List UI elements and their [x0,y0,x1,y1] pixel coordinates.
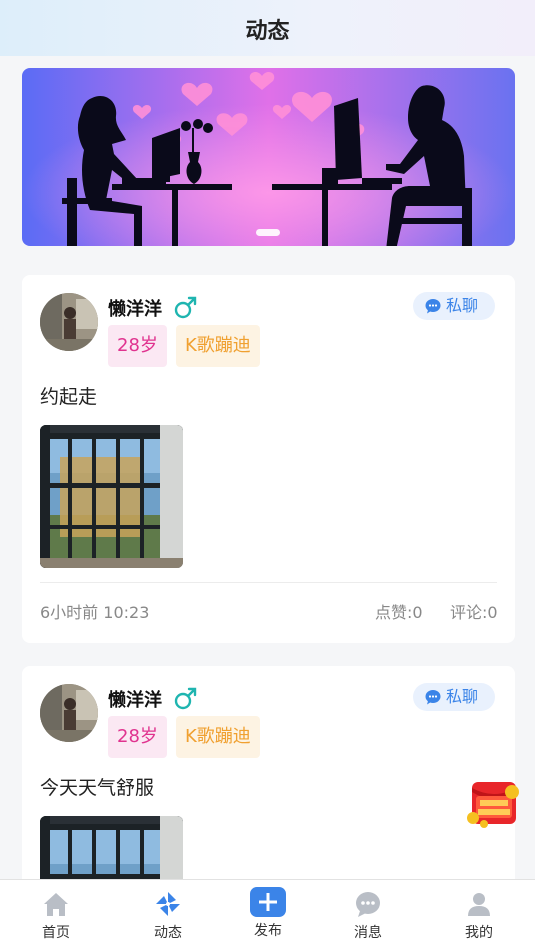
message-icon [356,892,380,917]
tab-label: 我的 [465,925,493,941]
private-chat-button[interactable]: 私聊 [413,683,495,711]
post-content: 约起走 [40,386,98,408]
page-header: 动态 [0,0,535,56]
red-packet-float-button[interactable] [464,778,524,830]
tab-label: 动态 [154,925,182,941]
avatar[interactable] [40,684,98,742]
banner-carousel[interactable] [22,68,515,246]
tab-label: 发布 [254,923,282,939]
divider [40,582,497,583]
plus-icon [250,887,286,917]
private-chat-label: 私聊 [446,296,479,315]
post-content: 今天天气舒服 [40,777,155,799]
male-icon [174,687,197,710]
username[interactable]: 懒洋洋 [108,686,162,712]
banner-image [22,68,515,246]
hobby-tag: K歌蹦迪 [176,716,260,758]
post-time: 6小时前 10:23 [40,603,150,622]
chat-bubble-icon [425,299,441,314]
comment-count[interactable]: 评论:0 [450,599,498,623]
tab-messages[interactable]: 消息 [328,880,408,951]
tab-label: 首页 [42,925,70,941]
home-icon [44,893,68,916]
carousel-indicator [256,229,280,236]
age-tag: 28岁 [108,325,167,367]
tab-profile[interactable]: 我的 [439,880,519,951]
post-photo[interactable] [40,425,183,568]
male-icon [174,296,197,319]
tab-label: 消息 [354,925,382,941]
bottom-tab-bar: 首页 动态 发布 消息 我的 [0,879,535,951]
private-chat-button[interactable]: 私聊 [413,292,495,320]
tab-home[interactable]: 首页 [16,880,96,951]
private-chat-label: 私聊 [446,687,479,706]
avatar[interactable] [40,293,98,351]
tab-publish[interactable]: 发布 [228,880,308,951]
tab-feed[interactable]: 动态 [128,880,208,951]
page-title: 动态 [245,19,290,44]
red-packet-icon [467,782,519,828]
pinwheel-icon [156,892,180,916]
age-tag: 28岁 [108,716,167,758]
user-icon [468,893,490,916]
hobby-tag: K歌蹦迪 [176,325,260,367]
post-card[interactable]: 懒洋洋 28岁 K歌蹦迪 私聊 约起走 6小时前 10:23 点赞:0 评论:0 [22,275,515,643]
username[interactable]: 懒洋洋 [108,295,162,321]
like-count[interactable]: 点赞:0 [375,599,423,623]
chat-bubble-icon [425,690,441,705]
